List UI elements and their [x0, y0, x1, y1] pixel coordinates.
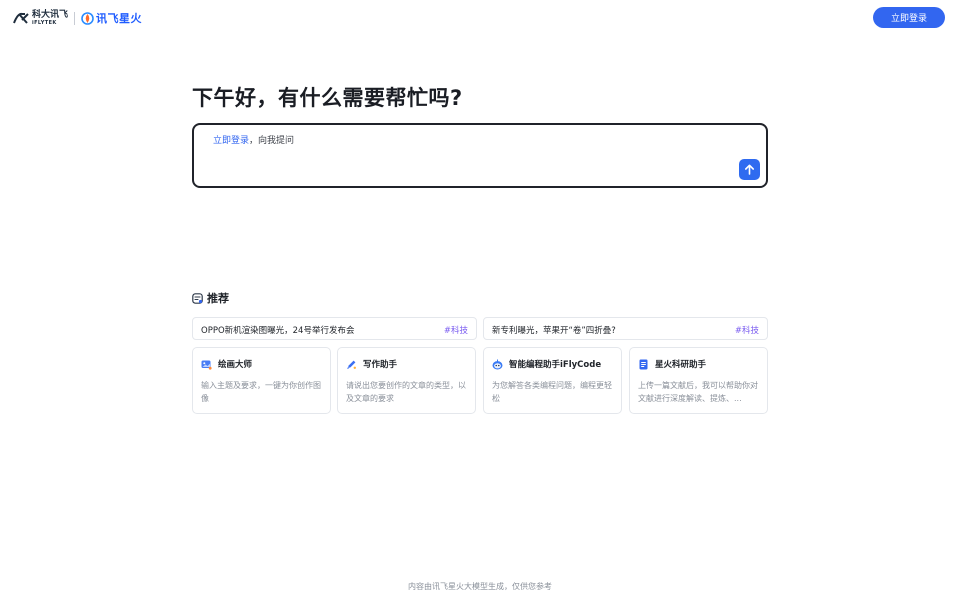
top-bar: 科大讯飞 iFLYTEK 讯飞星火 立即登录	[0, 0, 960, 36]
card-title: 智能编程助手iFlyCode	[509, 360, 602, 370]
paint-icon	[201, 359, 212, 370]
spark-logo-text: 讯飞星火	[96, 12, 143, 25]
recommend-title: 推荐	[207, 292, 229, 305]
news-item[interactable]: 新专利曝光，苹果开“卷”四折叠? #科技	[483, 317, 768, 340]
arrow-up-icon	[745, 164, 754, 175]
pen-icon	[346, 359, 357, 370]
news-text: OPPO新机渲染图曝光，24号举行发布会	[201, 326, 355, 336]
card-description: 请说出您要创作的文章的类型，以及文章的要求	[346, 381, 466, 403]
send-button[interactable]	[739, 159, 760, 180]
iflytek-logo-cn: 科大讯飞	[32, 9, 69, 20]
news-tag: #科技	[443, 326, 468, 336]
login-link[interactable]: 立即登录	[213, 136, 249, 146]
input-prompt-text: ，向我提问	[249, 136, 295, 146]
recommend-icon	[192, 292, 203, 304]
footer-disclaimer: 内容由讯飞星火大模型生成，仅供您参考	[408, 582, 552, 591]
news-text: 新专利曝光，苹果开“卷”四折叠?	[492, 326, 616, 336]
assistant-card-writing[interactable]: 写作助手 请说出您要创作的文章的类型，以及文章的要求	[337, 347, 476, 414]
assistant-card-coding[interactable]: 智能编程助手iFlyCode 为您解答各类编程问题，编程更轻松	[483, 347, 622, 414]
logo-divider	[74, 11, 76, 25]
news-tag: #科技	[734, 326, 759, 336]
card-title: 绘画大师	[218, 360, 253, 370]
card-description: 输入主题及要求，一键为你创作图像	[201, 381, 321, 403]
input-prompt: 立即登录，向我提问	[213, 133, 294, 146]
chat-input[interactable]: 立即登录，向我提问	[192, 123, 768, 188]
card-description: 为您解答各类编程问题，编程更轻松	[492, 381, 612, 403]
assistant-card-research[interactable]: 星火科研助手 上传一篇文献后，我可以帮助你对文献进行深度解读、提炼、...	[629, 347, 768, 414]
login-button[interactable]: 立即登录	[873, 7, 945, 28]
greeting-title: 下午好，有什么需要帮忙吗?	[192, 86, 463, 110]
document-icon	[638, 359, 649, 370]
iflytek-logo-icon	[13, 12, 29, 24]
card-description: 上传一篇文献后，我可以帮助你对文献进行深度解读、提炼、...	[638, 381, 758, 403]
recommend-header: 推荐	[192, 290, 229, 306]
spark-logo: 讯飞星火	[81, 10, 142, 26]
card-title: 星火科研助手	[655, 360, 707, 370]
logo[interactable]: 科大讯飞 iFLYTEK 讯飞星火	[13, 10, 142, 26]
code-icon	[492, 359, 503, 370]
news-item[interactable]: OPPO新机渲染图曝光，24号举行发布会 #科技	[192, 317, 477, 340]
card-title: 写作助手	[363, 360, 398, 370]
iflytek-logo: 科大讯飞 iFLYTEK	[13, 9, 69, 26]
iflytek-logo-en: iFLYTEK	[32, 19, 57, 26]
assistant-card-painting[interactable]: 绘画大师 输入主题及要求，一键为你创作图像	[192, 347, 331, 414]
spark-logo-icon	[81, 11, 94, 25]
